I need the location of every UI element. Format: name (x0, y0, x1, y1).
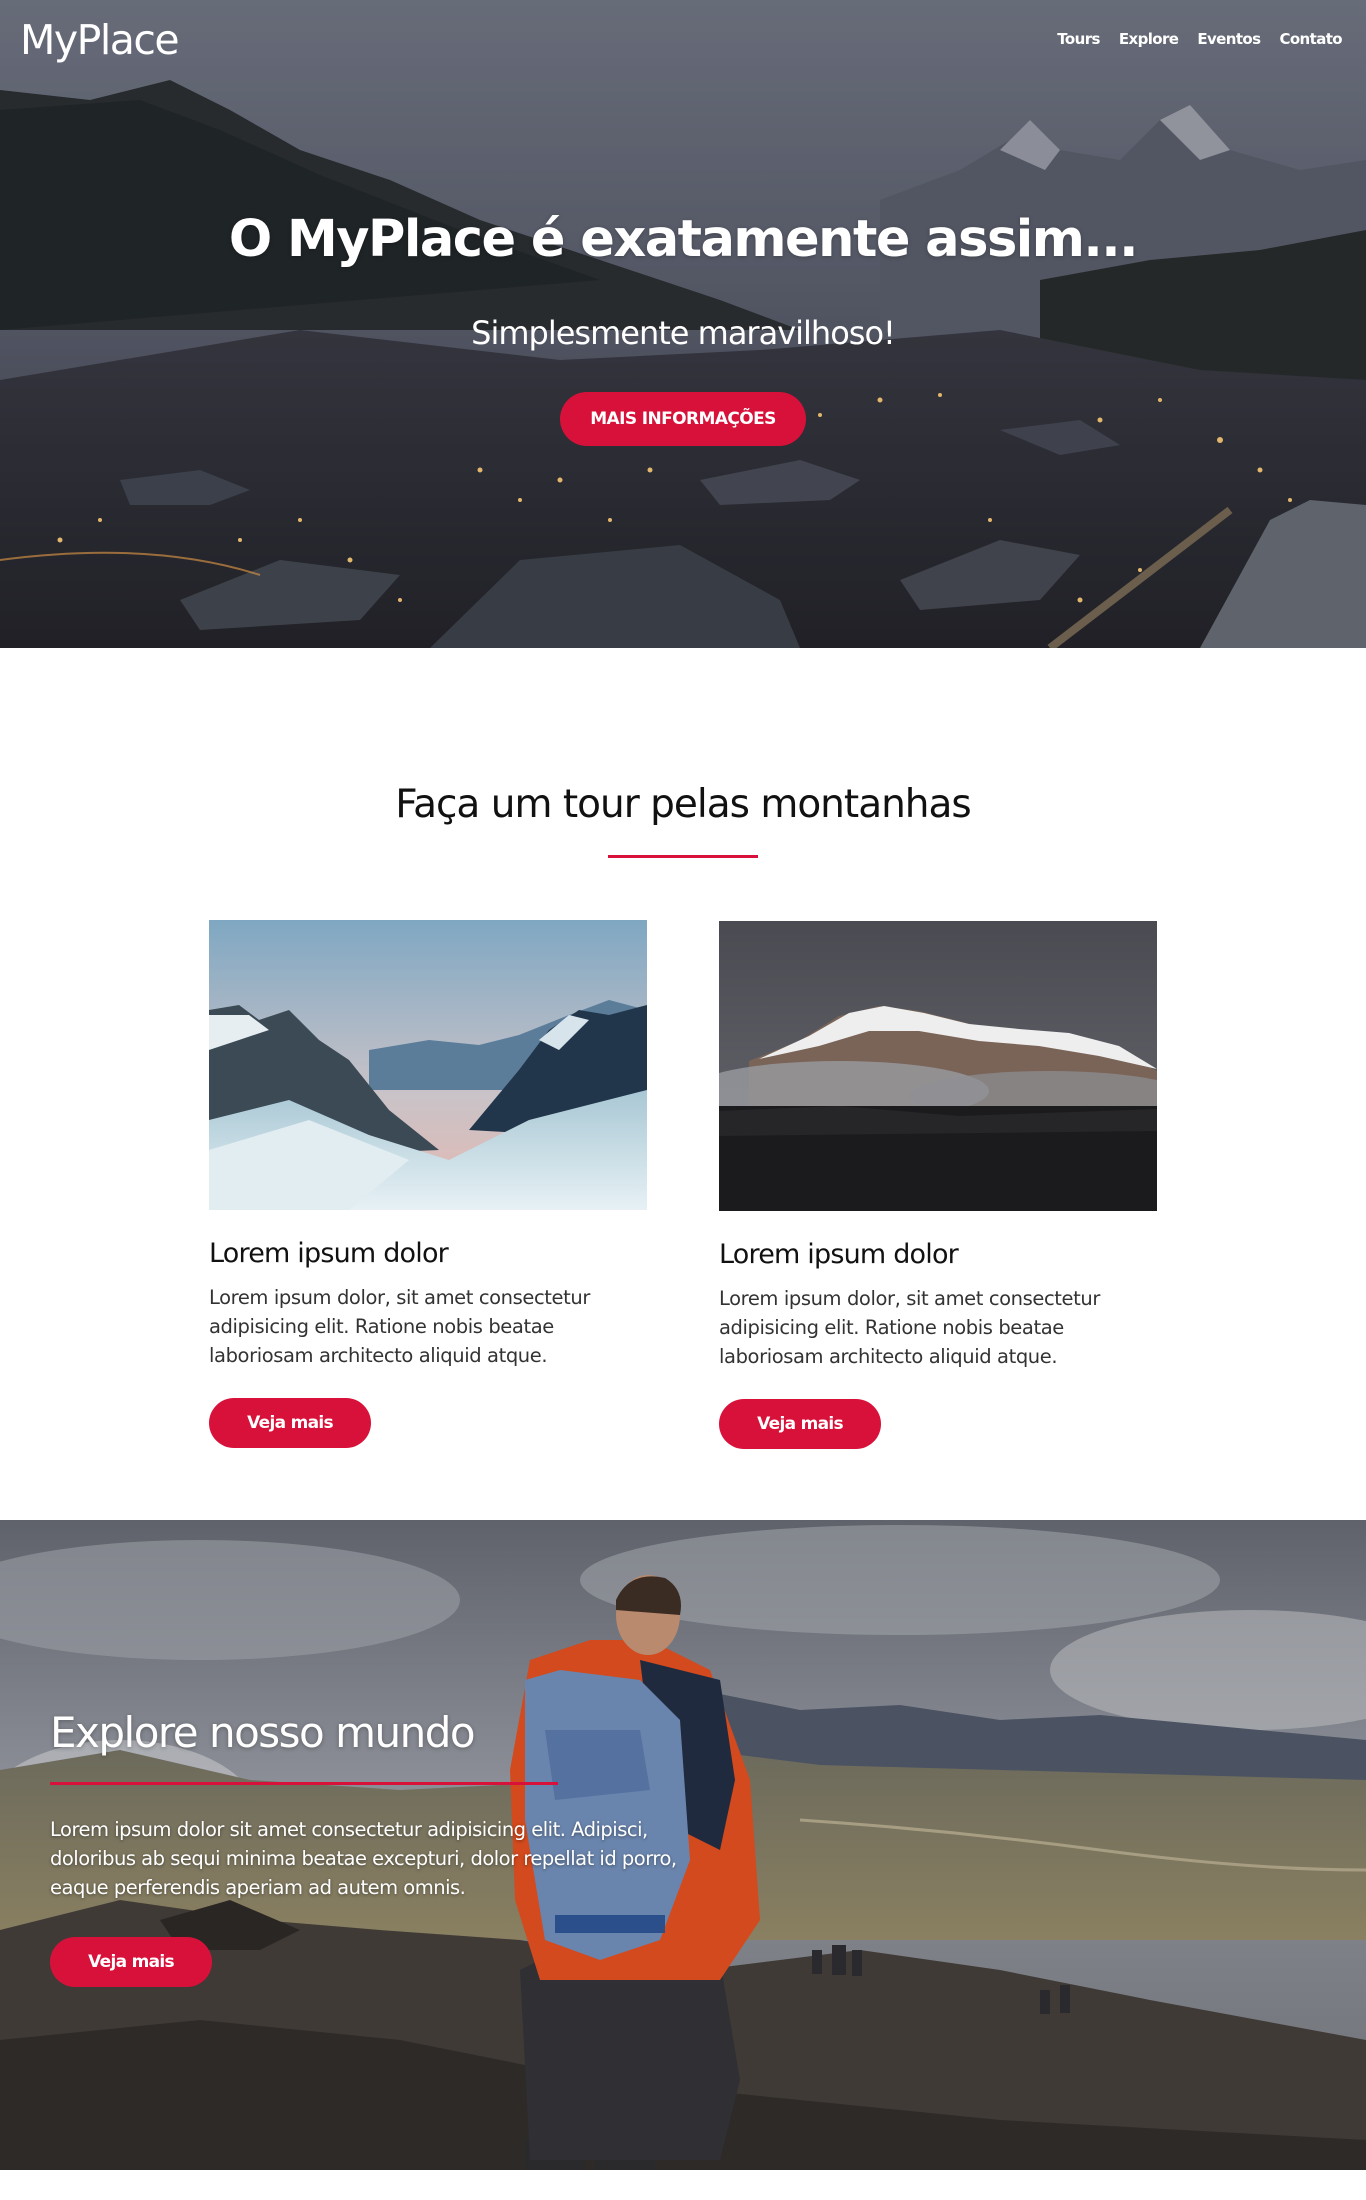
nav-item-eventos[interactable]: Eventos (1197, 30, 1261, 48)
tour-card: Lorem ipsum dolor Lorem ipsum dolor, sit… (719, 921, 1157, 1449)
see-more-button[interactable]: Veja mais (719, 1399, 881, 1449)
brand-logo[interactable]: MyPlace (20, 16, 180, 64)
card-text: Lorem ipsum dolor, sit amet consectetur … (209, 1286, 590, 1367)
main-nav: Tours Explore Eventos Contato (1057, 30, 1342, 48)
snowy-mountains-image (209, 920, 647, 1210)
nav-item-explore[interactable]: Explore (1119, 30, 1179, 48)
more-info-button[interactable]: MAIS INFORMAÇÕES (560, 392, 806, 446)
snow-capped-peak-image (719, 921, 1157, 1211)
hero-subtitle: Simplesmente maravilhoso! (471, 314, 896, 352)
nav-item-contato[interactable]: Contato (1279, 30, 1342, 48)
hero-section: MyPlace Tours Explore Eventos Contato O … (0, 0, 1366, 648)
card-text: Lorem ipsum dolor, sit amet consectetur … (719, 1287, 1100, 1368)
nav-item-tours[interactable]: Tours (1057, 30, 1100, 48)
card-title: Lorem ipsum dolor (719, 1239, 959, 1270)
explore-text: Lorem ipsum dolor sit amet consectetur a… (50, 1818, 677, 1899)
tour-card: Lorem ipsum dolor Lorem ipsum dolor, sit… (209, 920, 647, 1448)
see-more-button[interactable]: Veja mais (50, 1937, 212, 1987)
explore-section: Explore nosso mundo Lorem ipsum dolor si… (0, 1520, 1366, 2170)
tours-title-underline (608, 855, 758, 858)
see-more-button[interactable]: Veja mais (209, 1398, 371, 1448)
hero-title: O MyPlace é exatamente assim... (228, 210, 1139, 269)
card-title: Lorem ipsum dolor (209, 1238, 449, 1269)
tours-section-title: Faça um tour pelas montanhas (395, 782, 972, 827)
explore-section-title: Explore nosso mundo (50, 1708, 476, 1757)
explore-title-underline (50, 1782, 558, 1785)
